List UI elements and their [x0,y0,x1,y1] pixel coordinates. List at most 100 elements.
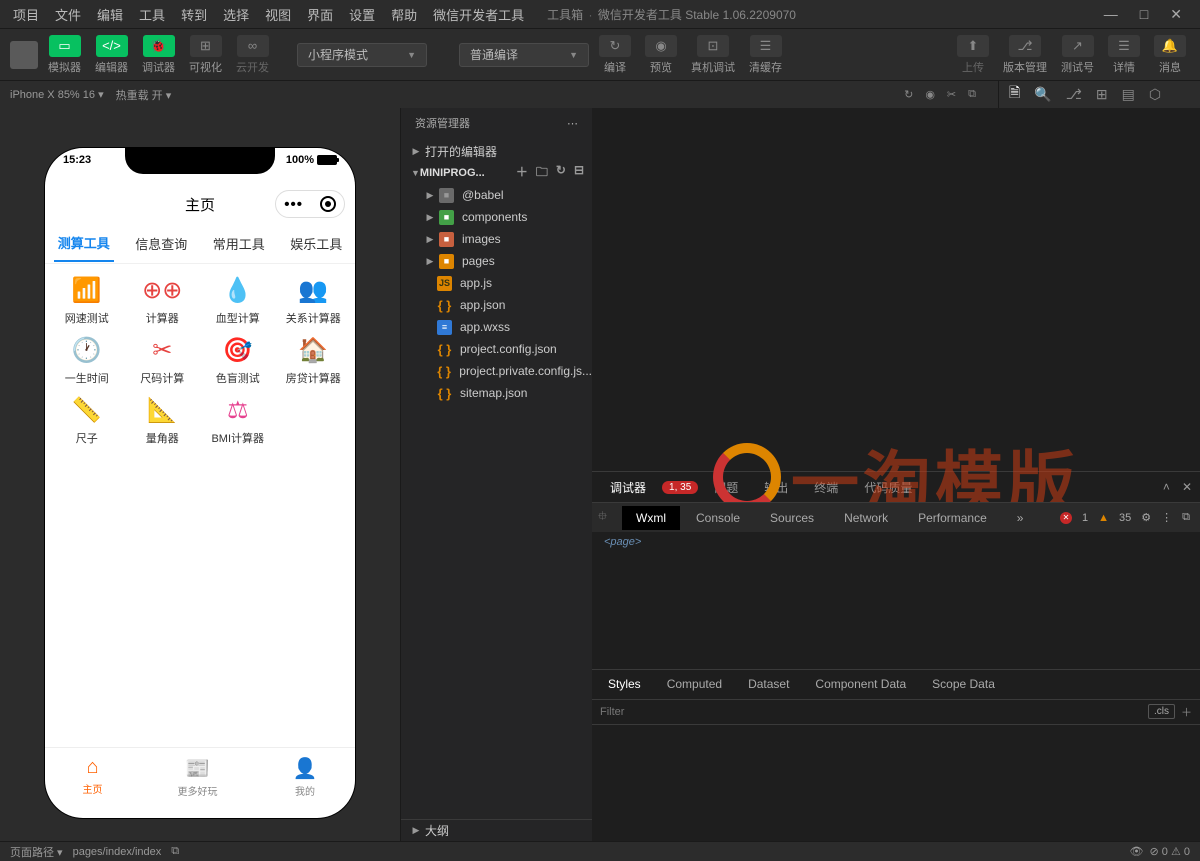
filter-input[interactable]: Filter [600,706,624,718]
scopedata-tab[interactable]: Scope Data [920,672,1007,696]
file[interactable]: { }sitemap.json [401,382,592,404]
cloud-button[interactable]: ∞云开发 [232,33,273,77]
message-button[interactable]: 🔔消息 [1150,33,1190,77]
menu-item[interactable]: 选择 [216,2,256,27]
popout-icon[interactable]: ⧉ [968,88,976,101]
tab-terminal[interactable]: 终端 [804,475,848,500]
tabbar-home[interactable]: ⌂主页 [83,756,103,798]
minimize-icon[interactable]: — [1104,6,1118,23]
avatar[interactable] [10,41,38,69]
clear-cache-button[interactable]: ☰清缓存 [745,33,786,77]
devtab-network[interactable]: Network [830,506,902,530]
db-icon[interactable]: ▤ [1122,86,1135,103]
menu-item[interactable]: 编辑 [90,2,130,27]
phone-tab[interactable]: 常用工具 [209,226,269,261]
menu-item[interactable]: 转到 [174,2,214,27]
status-errors[interactable]: ⊘ 0 ⚠ 0 [1149,845,1190,858]
project-root[interactable]: ▼MINIPROG...＋🗀↻⊟ [401,162,592,184]
remote-debug-button[interactable]: ⊡真机调试 [687,33,739,77]
tab-quality[interactable]: 代码质量 [854,475,922,500]
outline[interactable]: ▶大纲 [401,819,592,841]
devtab-console[interactable]: Console [682,506,754,530]
visualize-button[interactable]: ⊞可视化 [185,33,226,77]
phone-tab[interactable]: 娱乐工具 [286,226,346,261]
dataset-tab[interactable]: Dataset [736,672,801,696]
mode-select[interactable]: 小程序模式▼ [297,43,427,67]
menu-item[interactable]: 帮助 [384,2,424,27]
collapse-icon[interactable]: ⊟ [574,163,584,184]
capsule-menu[interactable]: ••• [275,190,345,218]
close-icon[interactable]: ✕ [1170,6,1182,23]
file[interactable]: JSapp.js [401,272,592,294]
folder[interactable]: ▶■components [401,206,592,228]
editor-button[interactable]: </>编辑器 [91,33,132,77]
cls-toggle[interactable]: .cls [1148,704,1175,719]
folder[interactable]: ▶■pages [401,250,592,272]
menu-item[interactable]: 界面 [300,2,340,27]
devtab-more[interactable]: » [1003,506,1038,530]
more-icon[interactable]: ⋯ [567,117,578,130]
version-button[interactable]: ⎇版本管理 [999,33,1051,77]
search-icon[interactable]: 🔍 [1034,86,1051,103]
menu-item[interactable]: 视图 [258,2,298,27]
add-style-icon[interactable]: ＋ [1181,704,1192,720]
tab-debugger[interactable]: 调试器 [600,475,656,500]
plugin-icon[interactable]: ⬡ [1149,86,1161,103]
phone-tab[interactable]: 测算工具 [54,225,114,262]
simulator-button[interactable]: ▭模拟器 [44,33,85,77]
kebab-icon[interactable]: ⋮ [1161,511,1172,524]
file[interactable]: { }project.config.json [401,338,592,360]
close-ring-icon[interactable] [320,196,336,212]
test-button[interactable]: ↗测试号 [1057,33,1098,77]
close-icon[interactable]: ✕ [1182,480,1192,494]
compile-button[interactable]: ↻编译 [595,33,635,77]
tool-item[interactable]: ⚖BMI计算器 [200,394,276,446]
menu-item[interactable]: 工具 [132,2,172,27]
tool-item[interactable]: ✂尺码计算 [125,334,201,386]
page-path-label[interactable]: 页面路径 ▾ [10,844,63,860]
folder[interactable]: ▶■@babel [401,184,592,206]
branch-icon[interactable]: ⎇ [1066,86,1082,103]
upload-button[interactable]: ⬆上传 [953,33,993,77]
tool-item[interactable]: 🎯色盲测试 [200,334,276,386]
tool-item[interactable]: 👥关系计算器 [276,274,352,326]
folder[interactable]: ▶■images [401,228,592,250]
devtab-wxml[interactable]: Wxml [622,506,680,530]
tool-item[interactable]: 📏尺子 [49,394,125,446]
tab-output[interactable]: 输出 [754,475,798,500]
files-icon[interactable]: 🗎 [1009,82,1020,106]
tool-item[interactable]: 🏠房贷计算器 [276,334,352,386]
chevron-up-icon[interactable]: ˄ [1163,480,1170,494]
gear-icon[interactable]: ⚙ [1141,511,1151,524]
more-icon[interactable]: ••• [284,196,303,213]
tab-problems[interactable]: 问题 [704,475,748,500]
menu-item[interactable]: 文件 [48,2,88,27]
compile-mode-select[interactable]: 普通编译▼ [459,43,589,67]
dock-icon[interactable]: ⧉ [1182,511,1190,524]
tool-item[interactable]: 📐量角器 [125,394,201,446]
computed-tab[interactable]: Computed [655,672,734,696]
tool-item[interactable]: 🕐一生时间 [49,334,125,386]
tool-item[interactable]: 📶网速测试 [49,274,125,326]
device-select[interactable]: iPhone X 85% 16 ▾ [10,88,104,101]
open-editors[interactable]: ▶打开的编辑器 [401,140,592,162]
reload-toggle[interactable]: 热重载 开 ▾ [116,87,172,103]
refresh-icon[interactable]: ↻ [904,88,913,101]
hide-icon[interactable]: 👁 [1130,845,1144,858]
tool-item[interactable]: 💧血型计算 [200,274,276,326]
tabbar-more[interactable]: 📰更多好玩 [178,756,218,798]
tabbar-me[interactable]: 👤我的 [293,756,318,798]
new-file-icon[interactable]: ＋ [516,163,528,184]
styles-tab[interactable]: Styles [596,672,653,696]
preview-button[interactable]: ◉预览 [641,33,681,77]
menu-item[interactable]: 项目 [6,2,46,27]
detail-button[interactable]: ☰详情 [1104,33,1144,77]
maximize-icon[interactable]: □ [1140,6,1148,23]
element-picker-icon[interactable]: ⯐ [598,507,607,528]
file[interactable]: { }project.private.config.js... [401,360,592,382]
cut-icon[interactable]: ✂ [947,88,956,101]
menu-item[interactable]: 微信开发者工具 [426,2,531,27]
file[interactable]: { }app.json [401,294,592,316]
debugger-button[interactable]: 🐞调试器 [138,33,179,77]
file[interactable]: ≡app.wxss [401,316,592,338]
